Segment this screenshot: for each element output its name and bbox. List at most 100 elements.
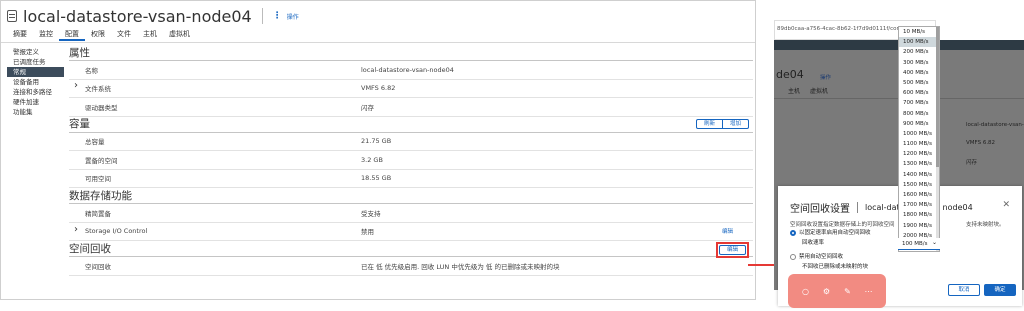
radio-selected-icon[interactable]: [790, 229, 796, 236]
row-key-expandable[interactable]: Storage I/O Control: [69, 224, 361, 235]
section-reclaim-header: 空间回收 编辑: [69, 241, 753, 258]
table-row[interactable]: Storage I/O Control 禁用 编辑: [69, 223, 753, 241]
radio-unselected-icon[interactable]: [790, 253, 796, 260]
datastore-icon: [7, 10, 17, 22]
dropdown-scroll-thumb[interactable]: [936, 27, 939, 167]
actions-menu-label: 操作: [286, 13, 299, 21]
more-icon[interactable]: ⋯: [864, 287, 874, 296]
table-row: 驱动器类型 闪存: [69, 98, 753, 117]
row-value: VMFS 6.82: [361, 84, 396, 93]
tab-configure[interactable]: 配置: [59, 29, 85, 41]
option-disable-note: 不回收已删除或未映射的块: [802, 264, 869, 270]
section-reclaim-title: 空间回收: [69, 242, 111, 255]
sidenav-item-capability-sets[interactable]: 功能集: [7, 107, 64, 117]
row-value: 18.55 GB: [361, 174, 392, 183]
storage-edit-link[interactable]: 编辑: [722, 227, 733, 235]
tab-divider: [1, 42, 755, 43]
sidenav: 警报定义 已调度任务 常规 设备备用 连接和多路径 硬件加速 功能集: [7, 47, 64, 117]
bg-value: local-datastore-vsan-: [966, 122, 1024, 128]
actions-menu-button[interactable]: ⋮ 操作: [273, 11, 299, 21]
table-row: 空间回收 已在 低 优先级启用. 回收 LUN 中优先级为 低 的已删除或未映射…: [69, 257, 753, 276]
bg-actions-label: 操作: [820, 75, 832, 81]
option-fixed-rate-label: 以固定速率启用自动空间回收: [799, 230, 871, 236]
option-disable[interactable]: 禁用自动空间回收: [790, 252, 843, 260]
rate-dropdown-list[interactable]: 10 MB/s 100 MB/s 200 MB/s 300 MB/s 400 MB/s 5…: [898, 26, 940, 252]
sidenav-item-general[interactable]: 常规: [7, 67, 64, 77]
increase-button[interactable]: 增加: [722, 119, 749, 129]
dropdown-scrollbar[interactable]: [936, 27, 939, 251]
dropdown-option[interactable]: 1200 MB/s: [899, 149, 939, 159]
row-key: 名称: [85, 66, 98, 75]
tab-hosts[interactable]: 主机: [137, 29, 163, 41]
rate-select[interactable]: 100 MB/s: [898, 238, 940, 250]
reclaim-edit-button[interactable]: 编辑: [718, 245, 746, 255]
row-value: 3.2 GB: [361, 155, 383, 164]
edit-highlight-box: 编辑: [715, 242, 749, 258]
bg-tab-hosts: 主机: [788, 88, 801, 95]
dropdown-option[interactable]: 800 MB/s: [899, 109, 939, 119]
sidenav-item-device-backing[interactable]: 设备备用: [7, 77, 64, 87]
cancel-button[interactable]: 取消: [948, 284, 980, 296]
dropdown-option[interactable]: 200 MB/s: [899, 47, 939, 57]
dropdown-option[interactable]: 1800 MB/s: [899, 210, 939, 220]
tab-monitor[interactable]: 监控: [33, 29, 59, 41]
dropdown-option[interactable]: 1100 MB/s: [899, 139, 939, 149]
row-value: 禁用: [361, 228, 374, 237]
search-icon[interactable]: ○: [801, 287, 811, 296]
dropdown-option[interactable]: 10 MB/s: [899, 27, 939, 37]
rate-label: 回收速率: [802, 240, 825, 246]
row-value: 已在 低 优先级启用. 回收 LUN 中优先级为 低 的已删除或未映射的块: [361, 262, 560, 271]
bg-tab-vms: 虚拟机: [810, 88, 829, 95]
row-key-expandable[interactable]: 文件系统: [69, 80, 361, 93]
dropdown-option[interactable]: 1900 MB/s: [899, 221, 939, 231]
row-key: 空间回收: [85, 262, 111, 271]
reclaim-settings-screenshot: 89db0caa-a756-4cac-8b62-1f7d9d0111f/con …: [774, 20, 1024, 311]
dropdown-option[interactable]: 900 MB/s: [899, 119, 939, 129]
bg-value: VMFS 6.82: [966, 140, 996, 146]
refresh-button[interactable]: 刷新: [695, 119, 723, 129]
row-key: 可用空间: [85, 175, 111, 184]
dropdown-option[interactable]: 400 MB/s: [899, 68, 939, 78]
dropdown-option[interactable]: 700 MB/s: [899, 98, 939, 108]
section-capacity-header: 容量 刷新 增加: [69, 117, 753, 133]
tab-summary[interactable]: 摘要: [7, 29, 33, 41]
sidenav-item-alarm-definitions[interactable]: 警报定义: [7, 47, 64, 57]
table-row: 可用空间 18.55 GB: [69, 170, 753, 188]
section-properties-title: 属性: [69, 45, 753, 61]
row-value: 21.75 GB: [361, 137, 392, 146]
table-row[interactable]: 文件系统 VMFS 6.82: [69, 80, 753, 98]
table-row: 置备的空间 3.2 GB: [69, 151, 753, 170]
dialog-description-tail: 支持未映射块。: [966, 222, 1005, 228]
row-key: 总容量: [85, 138, 105, 147]
tab-permissions[interactable]: 权限: [85, 29, 111, 41]
bg-page-title: de04: [776, 68, 804, 81]
tab-vms[interactable]: 虚拟机: [163, 29, 196, 41]
dialog-title: 空间回收设置 local-data node04: [790, 200, 973, 215]
dropdown-option[interactable]: 300 MB/s: [899, 58, 939, 68]
header-divider: [261, 8, 263, 24]
dropdown-option[interactable]: 1500 MB/s: [899, 180, 939, 190]
dropdown-option[interactable]: 1000 MB/s: [899, 129, 939, 139]
bg-tabs: 主机 虚拟机: [788, 86, 828, 95]
dropdown-option[interactable]: 1300 MB/s: [899, 159, 939, 169]
option-fixed-rate[interactable]: 以固定速率启用自动空间回收: [790, 228, 871, 236]
sidenav-item-connectivity[interactable]: 连接和多路径: [7, 87, 64, 97]
dropdown-option[interactable]: 100 MB/s: [899, 37, 939, 48]
option-disable-label: 禁用自动空间回收: [799, 254, 844, 260]
sidenav-item-scheduled-tasks[interactable]: 已调度任务: [7, 57, 64, 67]
dropdown-option[interactable]: 1700 MB/s: [899, 200, 939, 210]
dropdown-option[interactable]: 1400 MB/s: [899, 170, 939, 180]
table-row: 总容量 21.75 GB: [69, 133, 753, 151]
floating-toolbar: ○ ⚙ ✎ ⋯: [788, 274, 886, 308]
settings-icon[interactable]: ⚙: [822, 287, 832, 296]
sidenav-item-hardware-acceleration[interactable]: 硬件加速: [7, 97, 64, 107]
dropdown-option[interactable]: 1600 MB/s: [899, 190, 939, 200]
close-icon[interactable]: ✕: [1002, 200, 1010, 210]
ok-button[interactable]: 确定: [984, 284, 1016, 296]
brush-icon[interactable]: ✎: [843, 287, 853, 296]
dropdown-option[interactable]: 600 MB/s: [899, 88, 939, 98]
dropdown-option[interactable]: 500 MB/s: [899, 78, 939, 88]
tab-files[interactable]: 文件: [111, 29, 137, 41]
dialog-description: 空间回收设置指定数据存储上的可回收空间: [790, 222, 895, 228]
table-row: 精简置备 受支持: [69, 204, 753, 223]
